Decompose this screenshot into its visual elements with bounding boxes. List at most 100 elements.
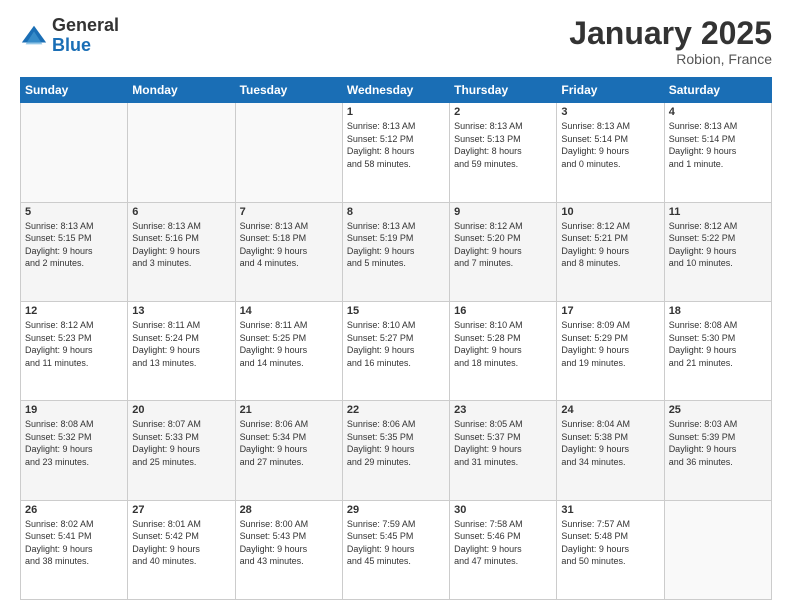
day-number: 10 xyxy=(561,206,659,218)
day-info: Sunrise: 8:13 AM Sunset: 5:14 PM Dayligh… xyxy=(669,120,767,170)
day-cell: 7Sunrise: 8:13 AM Sunset: 5:18 PM Daylig… xyxy=(235,202,342,301)
day-info: Sunrise: 8:04 AM Sunset: 5:38 PM Dayligh… xyxy=(561,418,659,468)
day-number: 1 xyxy=(347,106,445,118)
day-info: Sunrise: 8:12 AM Sunset: 5:22 PM Dayligh… xyxy=(669,220,767,270)
day-info: Sunrise: 8:13 AM Sunset: 5:13 PM Dayligh… xyxy=(454,120,552,170)
day-info: Sunrise: 8:03 AM Sunset: 5:39 PM Dayligh… xyxy=(669,418,767,468)
day-number: 11 xyxy=(669,206,767,218)
day-number: 22 xyxy=(347,404,445,416)
day-info: Sunrise: 8:12 AM Sunset: 5:20 PM Dayligh… xyxy=(454,220,552,270)
logo-icon xyxy=(20,22,48,50)
day-number: 29 xyxy=(347,504,445,516)
weekday-sunday: Sunday xyxy=(21,78,128,103)
day-info: Sunrise: 8:13 AM Sunset: 5:16 PM Dayligh… xyxy=(132,220,230,270)
day-number: 26 xyxy=(25,504,123,516)
day-info: Sunrise: 8:07 AM Sunset: 5:33 PM Dayligh… xyxy=(132,418,230,468)
weekday-header-row: SundayMondayTuesdayWednesdayThursdayFrid… xyxy=(21,78,772,103)
day-cell xyxy=(664,500,771,599)
day-cell xyxy=(128,103,235,202)
day-cell xyxy=(235,103,342,202)
day-cell: 22 Sunrise: 8:06 AM Sunset: 5:35 PM Dayli… xyxy=(342,401,449,500)
week-row-3: 19Sunrise: 8:08 AM Sunset: 5:32 PM Dayli… xyxy=(21,401,772,500)
day-cell: 8Sunrise: 8:13 AM Sunset: 5:19 PM Daylig… xyxy=(342,202,449,301)
day-number: 21 xyxy=(240,404,338,416)
weekday-friday: Friday xyxy=(557,78,664,103)
day-cell: 20 Sunrise: 8:07 AM Sunset: 5:33 PM Dayli… xyxy=(128,401,235,500)
day-info: Sunrise: 7:57 AM Sunset: 5:48 PM Dayligh… xyxy=(561,518,659,568)
day-number: 15 xyxy=(347,305,445,317)
day-cell: 3 Sunrise: 8:13 AM Sunset: 5:14 PM Daylig… xyxy=(557,103,664,202)
day-info: Sunrise: 8:01 AM Sunset: 5:42 PM Dayligh… xyxy=(132,518,230,568)
day-info: Sunrise: 7:58 AM Sunset: 5:46 PM Dayligh… xyxy=(454,518,552,568)
day-info: Sunrise: 8:11 AM Sunset: 5:25 PM Dayligh… xyxy=(240,319,338,369)
page: General Blue January 2025 Robion, France… xyxy=(0,0,792,612)
day-cell: 14Sunrise: 8:11 AM Sunset: 5:25 PM Dayli… xyxy=(235,301,342,400)
day-cell: 13 Sunrise: 8:11 AM Sunset: 5:24 PM Dayli… xyxy=(128,301,235,400)
day-number: 18 xyxy=(669,305,767,317)
day-info: Sunrise: 8:10 AM Sunset: 5:27 PM Dayligh… xyxy=(347,319,445,369)
day-info: Sunrise: 8:00 AM Sunset: 5:43 PM Dayligh… xyxy=(240,518,338,568)
day-number: 2 xyxy=(454,106,552,118)
week-row-1: 5 Sunrise: 8:13 AM Sunset: 5:15 PM Daylig… xyxy=(21,202,772,301)
weekday-tuesday: Tuesday xyxy=(235,78,342,103)
day-number: 23 xyxy=(454,404,552,416)
day-number: 30 xyxy=(454,504,552,516)
day-cell: 6 Sunrise: 8:13 AM Sunset: 5:16 PM Daylig… xyxy=(128,202,235,301)
day-info: Sunrise: 8:13 AM Sunset: 5:18 PM Dayligh… xyxy=(240,220,338,270)
day-info: Sunrise: 8:06 AM Sunset: 5:34 PM Dayligh… xyxy=(240,418,338,468)
calendar-body: 1Sunrise: 8:13 AM Sunset: 5:12 PM Daylig… xyxy=(21,103,772,600)
day-cell: 5 Sunrise: 8:13 AM Sunset: 5:15 PM Daylig… xyxy=(21,202,128,301)
day-number: 12 xyxy=(25,305,123,317)
day-number: 6 xyxy=(132,206,230,218)
day-cell: 11 Sunrise: 8:12 AM Sunset: 5:22 PM Dayli… xyxy=(664,202,771,301)
header: General Blue January 2025 Robion, France xyxy=(20,16,772,67)
day-cell: 26 Sunrise: 8:02 AM Sunset: 5:41 PM Dayli… xyxy=(21,500,128,599)
day-info: Sunrise: 8:12 AM Sunset: 5:21 PM Dayligh… xyxy=(561,220,659,270)
day-cell: 29Sunrise: 7:59 AM Sunset: 5:45 PM Dayli… xyxy=(342,500,449,599)
day-cell: 25 Sunrise: 8:03 AM Sunset: 5:39 PM Dayli… xyxy=(664,401,771,500)
weekday-thursday: Thursday xyxy=(450,78,557,103)
day-number: 9 xyxy=(454,206,552,218)
weekday-wednesday: Wednesday xyxy=(342,78,449,103)
day-number: 3 xyxy=(561,106,659,118)
day-number: 5 xyxy=(25,206,123,218)
day-cell: 18Sunrise: 8:08 AM Sunset: 5:30 PM Dayli… xyxy=(664,301,771,400)
day-number: 20 xyxy=(132,404,230,416)
day-cell: 10 Sunrise: 8:12 AM Sunset: 5:21 PM Dayli… xyxy=(557,202,664,301)
day-number: 19 xyxy=(25,404,123,416)
title-block: January 2025 Robion, France xyxy=(569,16,772,67)
day-number: 24 xyxy=(561,404,659,416)
day-cell: 16Sunrise: 8:10 AM Sunset: 5:28 PM Dayli… xyxy=(450,301,557,400)
day-cell: 9 Sunrise: 8:12 AM Sunset: 5:20 PM Daylig… xyxy=(450,202,557,301)
day-cell: 17Sunrise: 8:09 AM Sunset: 5:29 PM Dayli… xyxy=(557,301,664,400)
day-cell: 21 Sunrise: 8:06 AM Sunset: 5:34 PM Dayli… xyxy=(235,401,342,500)
day-info: Sunrise: 8:09 AM Sunset: 5:29 PM Dayligh… xyxy=(561,319,659,369)
day-number: 31 xyxy=(561,504,659,516)
day-info: Sunrise: 8:11 AM Sunset: 5:24 PM Dayligh… xyxy=(132,319,230,369)
day-cell: 27 Sunrise: 8:01 AM Sunset: 5:42 PM Dayli… xyxy=(128,500,235,599)
day-info: Sunrise: 8:10 AM Sunset: 5:28 PM Dayligh… xyxy=(454,319,552,369)
day-cell xyxy=(21,103,128,202)
day-number: 27 xyxy=(132,504,230,516)
logo: General Blue xyxy=(20,16,119,56)
day-cell: 1Sunrise: 8:13 AM Sunset: 5:12 PM Daylig… xyxy=(342,103,449,202)
day-cell: 2 Sunrise: 8:13 AM Sunset: 5:13 PM Daylig… xyxy=(450,103,557,202)
day-info: Sunrise: 8:02 AM Sunset: 5:41 PM Dayligh… xyxy=(25,518,123,568)
day-info: Sunrise: 8:05 AM Sunset: 5:37 PM Dayligh… xyxy=(454,418,552,468)
day-cell: 30 Sunrise: 7:58 AM Sunset: 5:46 PM Dayli… xyxy=(450,500,557,599)
month-title: January 2025 xyxy=(569,16,772,51)
weekday-saturday: Saturday xyxy=(664,78,771,103)
day-info: Sunrise: 8:13 AM Sunset: 5:14 PM Dayligh… xyxy=(561,120,659,170)
day-cell: 12 Sunrise: 8:12 AM Sunset: 5:23 PM Dayli… xyxy=(21,301,128,400)
day-number: 13 xyxy=(132,305,230,317)
day-info: Sunrise: 8:06 AM Sunset: 5:35 PM Dayligh… xyxy=(347,418,445,468)
calendar-table: SundayMondayTuesdayWednesdayThursdayFrid… xyxy=(20,77,772,600)
weekday-monday: Monday xyxy=(128,78,235,103)
day-info: Sunrise: 8:12 AM Sunset: 5:23 PM Dayligh… xyxy=(25,319,123,369)
day-number: 28 xyxy=(240,504,338,516)
day-info: Sunrise: 8:13 AM Sunset: 5:15 PM Dayligh… xyxy=(25,220,123,270)
location: Robion, France xyxy=(569,51,772,67)
day-number: 25 xyxy=(669,404,767,416)
day-info: Sunrise: 8:13 AM Sunset: 5:19 PM Dayligh… xyxy=(347,220,445,270)
logo-text: General Blue xyxy=(52,16,119,56)
